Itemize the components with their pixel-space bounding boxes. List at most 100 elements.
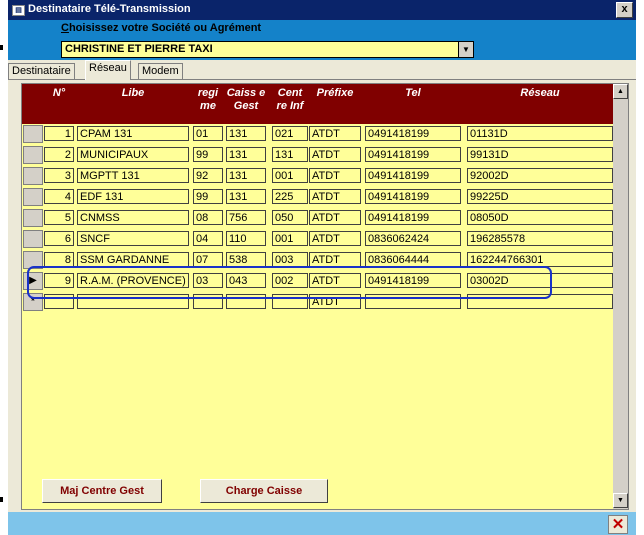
close-icon[interactable]: ✕ [608,515,628,534]
table-row[interactable]: 5 CNMSS 08 756 050 ATDT 0491418199 08050D [22,209,613,227]
column-header-centre-inf: Cent re Inf [276,87,304,112]
cell-centre-inf[interactable]: 050 [272,210,308,225]
cell-prefixe[interactable]: ATDT [309,252,361,267]
cell-tel[interactable]: 0491418199 [365,210,461,225]
cell-centre-inf[interactable]: 225 [272,189,308,204]
column-header-reseau: Réseau [520,87,560,99]
cell-regime[interactable]: 01 [193,126,223,141]
window-edge-mark [0,45,3,50]
cell-regime[interactable]: 99 [193,189,223,204]
table-row[interactable]: 6 SNCF 04 110 001 ATDT 0836062424 196285578 [22,230,613,248]
cell-n[interactable]: 6 [44,231,74,246]
column-header-libe: Libe [121,87,145,99]
column-header-tel: Tel [405,87,421,99]
title-bar: ▤ Destinataire Télé-Transmission x [8,0,636,20]
company-combo[interactable]: CHRISTINE ET PIERRE TAXI ▼ [61,41,474,58]
table-row[interactable]: 3 MGPTT 131 92 131 001 ATDT 0491418199 92002D [22,167,613,185]
cell-tel[interactable]: 0836064444 [365,252,461,267]
form-icon: ▤ [12,5,25,16]
scroll-down-icon[interactable]: ▼ [613,493,628,508]
charge-caisse-button[interactable]: Charge Caisse [200,479,328,503]
chevron-down-icon[interactable]: ▼ [458,42,473,57]
cell-caisse-gest[interactable]: 131 [226,189,266,204]
cell-caisse-gest[interactable]: 131 [226,168,266,183]
tab-strip: Destinataire Réseau Modem [8,60,636,80]
cell-libe[interactable]: CNMSS [77,210,189,225]
cell-reseau[interactable]: 196285578 [467,231,613,246]
tab-destinataire[interactable]: Destinataire [8,63,75,79]
cell-reseau[interactable]: 01131D [467,126,613,141]
cell-tel[interactable]: 0491418199 [365,126,461,141]
column-header-prefixe: Préfixe [316,87,354,99]
row-selector[interactable] [23,230,43,248]
row-selector[interactable] [23,125,43,143]
cell-prefixe[interactable]: ATDT [309,231,361,246]
company-label: Choisissez votre Société ou Agrément [61,22,262,34]
column-header-caisse-gest: Caiss e Gest [226,87,266,112]
cell-caisse-gest[interactable]: 131 [226,126,266,141]
row-selector[interactable] [23,167,43,185]
vertical-scrollbar[interactable]: ▲ ▼ [613,84,628,509]
company-combo-value: CHRISTINE ET PIERRE TAXI [65,43,213,55]
cell-n[interactable]: 4 [44,189,74,204]
cell-libe[interactable]: SSM GARDANNE [77,252,189,267]
window-edge-mark [0,497,3,502]
cell-caisse-gest[interactable]: 756 [226,210,266,225]
cell-libe[interactable]: MUNICIPAUX [77,147,189,162]
cell-prefixe[interactable]: ATDT [309,210,361,225]
cell-reseau[interactable]: 08050D [467,210,613,225]
grid-footer: Maj Centre Gest Charge Caisse [22,479,613,509]
column-header-n: N° [52,87,66,99]
cell-centre-inf[interactable]: 021 [272,126,308,141]
row-selector[interactable] [23,146,43,164]
table-row[interactable]: 1 CPAM 131 01 131 021 ATDT 0491418199 01131D [22,125,613,143]
cell-n[interactable]: 2 [44,147,74,162]
column-header-regime: regi me [197,87,219,112]
cell-libe[interactable]: CPAM 131 [77,126,189,141]
table-row[interactable]: 2 MUNICIPAUX 99 131 131 ATDT 0491418199 99131D [22,146,613,164]
tab-reseau[interactable]: Réseau [85,60,131,80]
cell-caisse-gest[interactable]: 110 [226,231,266,246]
window-title: Destinataire Télé-Transmission [28,3,191,15]
cell-prefixe[interactable]: ATDT [309,168,361,183]
cell-prefixe[interactable]: ATDT [309,147,361,162]
cell-reseau[interactable]: 99131D [467,147,613,162]
cell-regime[interactable]: 92 [193,168,223,183]
cell-n[interactable]: 3 [44,168,74,183]
cell-tel[interactable]: 0836062424 [365,231,461,246]
cell-regime[interactable]: 07 [193,252,223,267]
cell-prefixe[interactable]: ATDT [309,126,361,141]
cell-tel[interactable]: 0491418199 [365,189,461,204]
cell-reseau[interactable]: 99225D [467,189,613,204]
close-window-button[interactable]: x [616,2,633,18]
cell-reseau[interactable]: 92002D [467,168,613,183]
selected-row-highlight [27,266,552,299]
cell-centre-inf[interactable]: 001 [272,231,308,246]
cell-tel[interactable]: 0491418199 [365,168,461,183]
table-row[interactable]: 4 EDF 131 99 131 225 ATDT 0491418199 99225D [22,188,613,206]
cell-regime[interactable]: 99 [193,147,223,162]
cell-regime[interactable]: 04 [193,231,223,246]
cell-regime[interactable]: 08 [193,210,223,225]
scroll-up-icon[interactable]: ▲ [613,84,628,99]
cell-caisse-gest[interactable]: 538 [226,252,266,267]
cell-libe[interactable]: SNCF [77,231,189,246]
row-selector[interactable] [23,209,43,227]
cell-n[interactable]: 1 [44,126,74,141]
cell-n[interactable]: 8 [44,252,74,267]
cell-centre-inf[interactable]: 001 [272,168,308,183]
cell-tel[interactable]: 0491418199 [365,147,461,162]
cell-libe[interactable]: MGPTT 131 [77,168,189,183]
cell-n[interactable]: 5 [44,210,74,225]
cell-centre-inf[interactable]: 003 [272,252,308,267]
tab-modem[interactable]: Modem [138,63,183,79]
cell-libe[interactable]: EDF 131 [77,189,189,204]
cell-centre-inf[interactable]: 131 [272,147,308,162]
maj-centre-gest-button[interactable]: Maj Centre Gest [42,479,162,503]
grid-header: N° Libe regi me Caiss e Gest Cent re Inf… [22,84,613,124]
cell-reseau[interactable]: 162244766301 [467,252,613,267]
row-selector[interactable] [23,188,43,206]
cell-caisse-gest[interactable]: 131 [226,147,266,162]
cell-prefixe[interactable]: ATDT [309,189,361,204]
header-panel: Choisissez votre Société ou Agrément CHR… [8,20,636,60]
